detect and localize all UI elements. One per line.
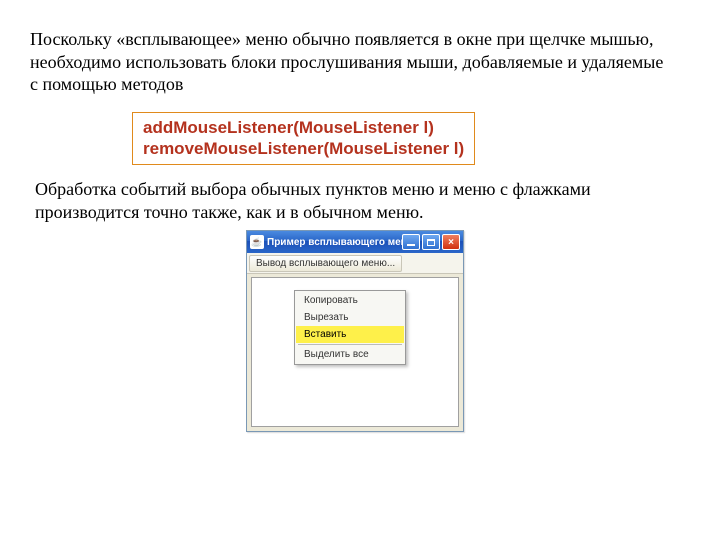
popup-item-selectall[interactable]: Выделить все — [296, 346, 404, 363]
window-client-area: Копировать Вырезать Вставить Выделить вс… — [251, 277, 459, 427]
code-methods-box: addMouseListener(MouseListener l) remove… — [132, 112, 475, 165]
popup-item-copy[interactable]: Копировать — [296, 292, 404, 309]
popup-menu: Копировать Вырезать Вставить Выделить вс… — [294, 290, 406, 365]
menubar-item[interactable]: Вывод всплывающего меню... — [249, 255, 402, 272]
window-titlebar: ☕ Пример всплывающего меню × — [247, 231, 463, 253]
example-window: ☕ Пример всплывающего меню × Вывод всплы… — [246, 230, 464, 432]
window-menubar: Вывод всплывающего меню... — [247, 253, 463, 274]
popup-item-cut[interactable]: Вырезать — [296, 309, 404, 326]
window-title: Пример всплывающего меню — [267, 237, 402, 248]
popup-item-paste[interactable]: Вставить — [296, 326, 404, 343]
handling-paragraph: Обработка событий выбора обычных пунктов… — [35, 178, 675, 223]
close-button[interactable]: × — [442, 234, 460, 250]
maximize-button[interactable] — [422, 234, 440, 250]
window-buttons: × — [402, 234, 460, 250]
code-line-add: addMouseListener(MouseListener l) — [143, 117, 464, 138]
java-icon: ☕ — [250, 235, 264, 249]
popup-separator — [298, 344, 402, 345]
minimize-button[interactable] — [402, 234, 420, 250]
code-line-remove: removeMouseListener(MouseListener l) — [143, 138, 464, 159]
intro-paragraph: Поскольку «всплывающее» меню обычно появ… — [30, 28, 670, 96]
